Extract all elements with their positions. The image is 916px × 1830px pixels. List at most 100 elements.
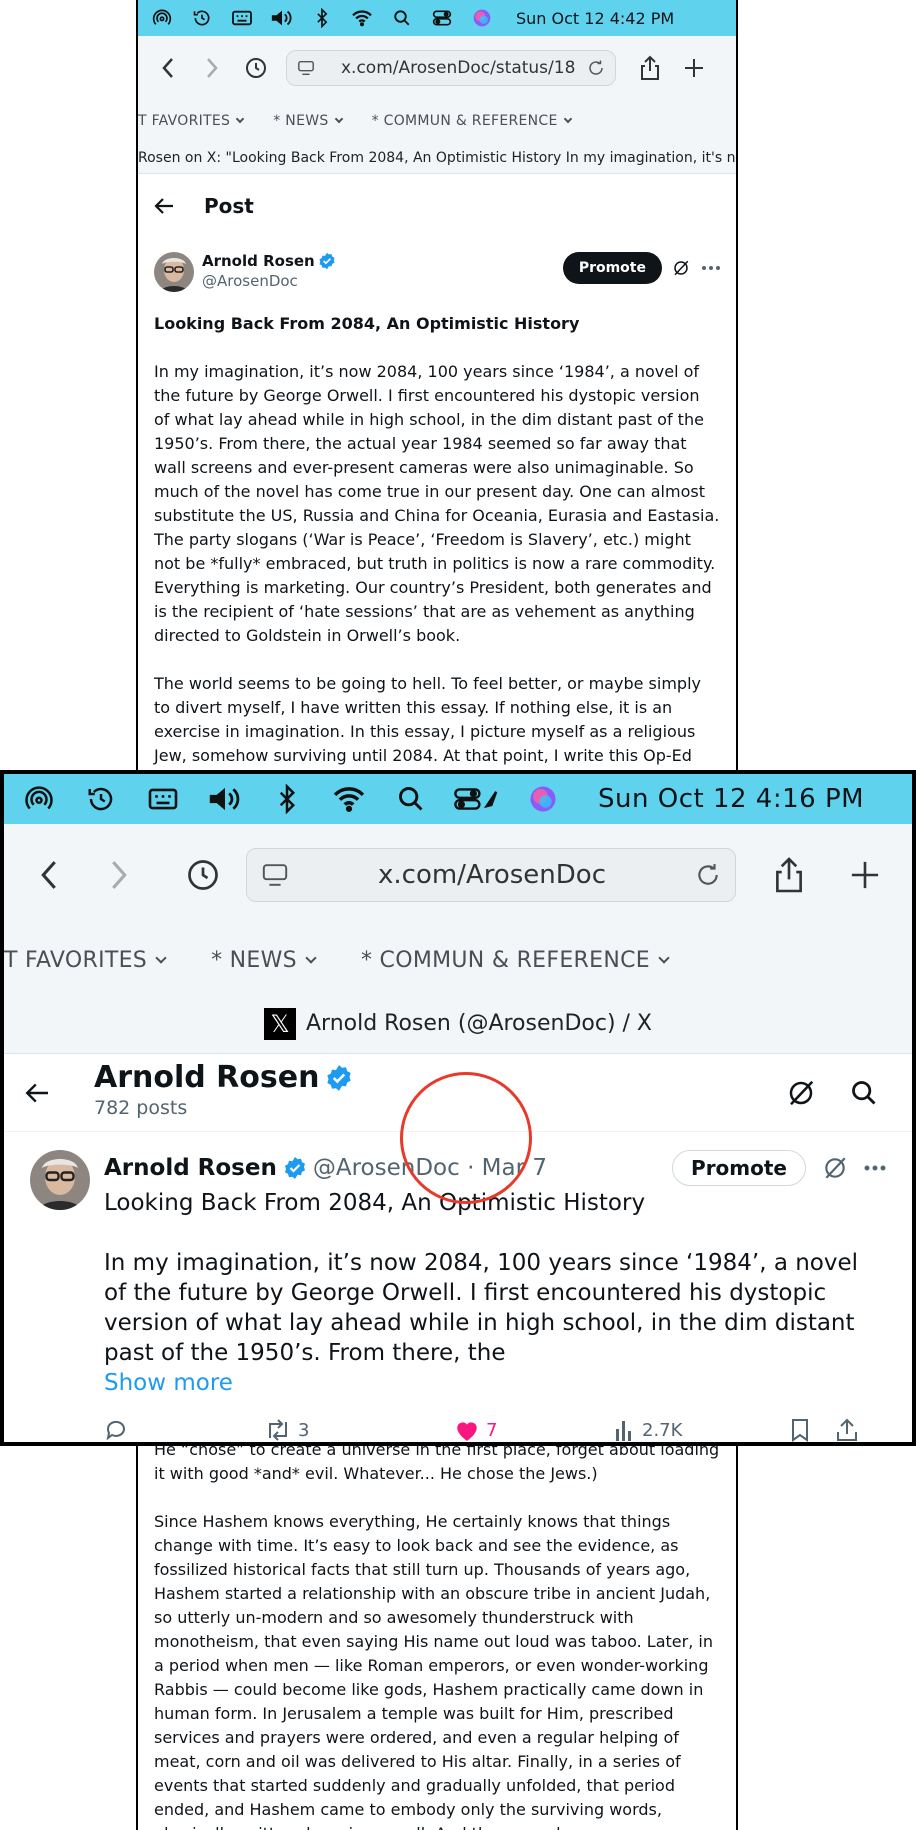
verified-badge-icon: [284, 1157, 305, 1179]
post-header: Post: [138, 174, 736, 238]
retweet-button[interactable]: 3: [264, 1418, 454, 1442]
tab-title[interactable]: Rosen on X: "Looking Back From 2084, An …: [138, 142, 736, 174]
back-arrow-icon[interactable]: [154, 197, 174, 215]
reply-icon: [106, 1420, 125, 1441]
profile-name: Arnold Rosen: [94, 1060, 353, 1095]
promote-button[interactable]: Promote: [672, 1150, 806, 1186]
post-author: Arnold Rosen @ArosenDoc Promote: [138, 238, 736, 292]
article-body: Looking Back From 2084, An Optimistic Hi…: [138, 312, 736, 816]
airdrop-icon[interactable]: [8, 774, 70, 824]
bookmark-commun-reference[interactable]: * COMMUN & REFERENCE: [372, 113, 572, 129]
history-icon[interactable]: [168, 840, 238, 910]
site-settings-icon[interactable]: [297, 59, 315, 77]
share-tweet-button[interactable]: [836, 1418, 858, 1442]
menu-bar-clock[interactable]: Sun Oct 12 4:42 PM: [516, 9, 674, 28]
article-body-continued: He “chose” to create a universe in the f…: [138, 1438, 736, 1830]
retweet-icon: [269, 1419, 287, 1441]
chevron-down-icon: [334, 114, 343, 124]
like-button[interactable]: 7: [454, 1418, 614, 1442]
url-text: x.com/ArosenDoc: [378, 860, 606, 890]
like-count: 7: [486, 1419, 498, 1441]
forward-button[interactable]: [84, 840, 154, 910]
views-icon: [616, 1421, 631, 1441]
bookmarks-bar: T FAVORITES * NEWS * COMMUN & REFERENCE: [138, 100, 736, 142]
author-handle[interactable]: @ArosenDoc: [202, 272, 336, 290]
more-options-icon[interactable]: [864, 1165, 886, 1171]
bookmark-favorites[interactable]: T FAVORITES: [4, 948, 167, 973]
reply-button[interactable]: [104, 1418, 264, 1442]
history-icon[interactable]: [234, 46, 278, 90]
address-bar[interactable]: x.com/ArosenDoc/status/18: [286, 50, 616, 86]
forward-button[interactable]: [190, 46, 234, 90]
views-count: 2.7K: [642, 1419, 683, 1441]
airdrop-icon[interactable]: [142, 0, 182, 36]
browser-toolbar: x.com/ArosenDoc/status/18: [138, 36, 736, 100]
new-tab-icon[interactable]: [672, 46, 716, 90]
volume-icon[interactable]: [194, 774, 256, 824]
active-tab[interactable]: 𝕏 Arnold Rosen (@ArosenDoc) / X: [4, 994, 912, 1054]
url-text: x.com/ArosenDoc/status/18: [341, 58, 576, 78]
search-icon[interactable]: [850, 1079, 878, 1107]
siri-icon[interactable]: [512, 774, 574, 824]
retweet-count: 3: [298, 1419, 310, 1441]
reload-icon[interactable]: [587, 59, 605, 77]
keyboard-icon[interactable]: [132, 774, 194, 824]
share-icon: [837, 1418, 857, 1441]
verified-badge-icon: [327, 1064, 352, 1091]
keyboard-icon[interactable]: [222, 0, 262, 36]
tweet-actions: 3 7 2.7K: [104, 1398, 886, 1442]
back-button[interactable]: [14, 840, 84, 910]
article-title: Looking Back From 2084, An Optimistic Hi…: [154, 314, 580, 333]
menu-bar: Sun Oct 12 4:16 PM: [4, 774, 912, 824]
spotlight-search-icon[interactable]: [382, 0, 422, 36]
control-center-icon[interactable]: [442, 774, 512, 824]
grok-icon[interactable]: [822, 1155, 848, 1181]
more-options-icon[interactable]: [702, 266, 720, 270]
bluetooth-icon[interactable]: [302, 0, 342, 36]
article-paragraph: Since Hashem knows everything, He certai…: [154, 1512, 713, 1830]
grok-icon[interactable]: [786, 1078, 816, 1108]
address-bar[interactable]: x.com/ArosenDoc: [246, 848, 736, 902]
post-count: 782 posts: [94, 1097, 188, 1119]
bluetooth-icon[interactable]: [256, 774, 318, 824]
chevron-down-icon: [155, 951, 167, 964]
time-machine-icon[interactable]: [70, 774, 132, 824]
bookmark-button[interactable]: [790, 1418, 836, 1442]
new-tab-icon[interactable]: [830, 840, 900, 910]
share-icon[interactable]: [628, 46, 672, 90]
time-machine-icon[interactable]: [182, 0, 222, 36]
tab-title: Arnold Rosen (@ArosenDoc) / X: [305, 1011, 653, 1036]
back-button[interactable]: [146, 46, 190, 90]
bookmarks-bar: T FAVORITES * NEWS * COMMUN & REFERENCE: [4, 926, 912, 994]
volume-icon[interactable]: [262, 0, 302, 36]
x-logo-icon: 𝕏: [263, 1007, 296, 1040]
annotation-circle: [400, 1072, 532, 1204]
siri-icon[interactable]: [462, 0, 502, 36]
site-settings-icon[interactable]: [261, 861, 289, 889]
bookmark-news[interactable]: * NEWS: [211, 948, 317, 973]
share-icon[interactable]: [754, 840, 824, 910]
bookmark-icon: [792, 1419, 808, 1442]
heart-icon: [457, 1422, 477, 1441]
avatar[interactable]: [30, 1150, 90, 1210]
author-name[interactable]: Arnold Rosen: [202, 252, 336, 270]
show-more-link[interactable]: Show more: [104, 1368, 886, 1398]
promote-button[interactable]: Promote: [562, 252, 662, 284]
verified-badge-icon: [319, 252, 335, 270]
views-button[interactable]: 2.7K: [614, 1419, 790, 1441]
avatar[interactable]: [154, 252, 194, 292]
spotlight-search-icon[interactable]: [380, 774, 442, 824]
menu-bar-clock[interactable]: Sun Oct 12 4:16 PM: [598, 784, 864, 814]
bookmark-commun-reference[interactable]: * COMMUN & REFERENCE: [361, 948, 670, 973]
grok-icon[interactable]: [672, 259, 690, 277]
bookmark-favorites[interactable]: T FAVORITES: [138, 113, 245, 129]
page-title: Post: [204, 194, 254, 218]
tweet-author-name[interactable]: Arnold Rosen: [104, 1155, 277, 1181]
back-arrow-icon[interactable]: [24, 1082, 50, 1104]
bookmark-news[interactable]: * NEWS: [273, 113, 343, 129]
chevron-down-icon: [563, 114, 572, 124]
wifi-icon[interactable]: [318, 774, 380, 824]
control-center-icon[interactable]: [422, 0, 462, 36]
wifi-icon[interactable]: [342, 0, 382, 36]
reload-icon[interactable]: [695, 862, 721, 888]
